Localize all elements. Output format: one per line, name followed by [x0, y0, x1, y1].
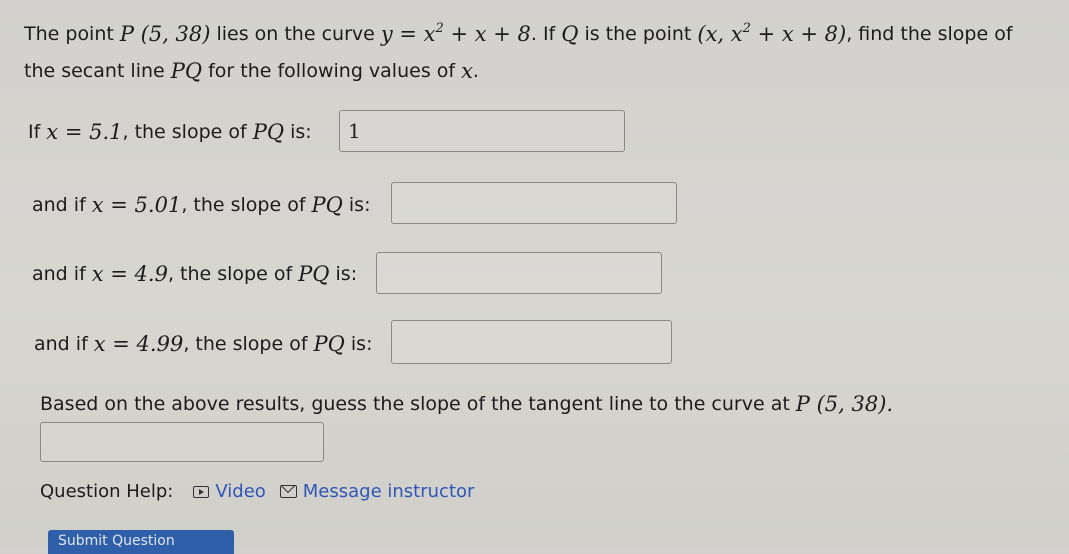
row-is-text: is:	[290, 121, 312, 143]
point-p: P (5, 38)	[119, 22, 211, 46]
row-x-expression: x = 5.01	[91, 193, 182, 217]
tangent-point: P (5, 38).	[795, 392, 894, 416]
row-is-text: is:	[335, 263, 358, 285]
row-suffix: , the slope of	[167, 263, 293, 285]
video-icon	[193, 485, 210, 498]
submit-label: Submit Question	[58, 533, 175, 549]
row-suffix: , the slope of	[181, 194, 306, 216]
row-pq: PQ	[252, 120, 285, 144]
slope-row-2: and if x = 5.01 , the slope of PQ is:	[32, 193, 371, 217]
row-prefix: and if	[32, 194, 86, 216]
video-label: Video	[215, 481, 266, 502]
row-suffix: , the slope of	[122, 121, 247, 143]
curve-rhs: + x + 8	[443, 22, 531, 46]
tangent-question: Based on the above results, guess the sl…	[40, 392, 893, 416]
row-pq: PQ	[311, 193, 343, 217]
values-dot: .	[472, 60, 479, 82]
slope-row-4: and if x = 4.99 , the slope of PQ is:	[34, 332, 373, 356]
curve-exponent: 2	[435, 21, 444, 36]
problem-statement-line-2: the secant line PQ for the following val…	[24, 59, 479, 83]
values-x: x	[461, 59, 473, 83]
row-pq: PQ	[298, 262, 330, 286]
slope-answer-input-1[interactable]	[339, 110, 625, 152]
question-help: Question Help: Video Message instructor	[40, 481, 474, 502]
q-point: (x, x2 + x + 8)	[697, 22, 846, 46]
find-text: , find the slope of	[846, 23, 1013, 45]
submit-question-button[interactable]: Submit Question	[48, 530, 234, 554]
row-is-text: is:	[348, 194, 371, 216]
row-prefix: and if	[32, 263, 86, 285]
question-help-label: Question Help:	[40, 481, 174, 502]
row-x-expression: x = 4.9	[91, 262, 168, 286]
video-link[interactable]: Video	[193, 481, 266, 502]
curve-equation: y = x2 + x + 8	[381, 22, 531, 46]
problem-statement-line-1: The point P (5, 38) lies on the curve y …	[24, 22, 1013, 46]
values-text: for the following values of	[208, 60, 456, 82]
intro-text: The point	[24, 23, 114, 45]
row-x-expression: x = 5.1	[46, 120, 123, 144]
row-pq: PQ	[313, 332, 345, 356]
mail-icon	[279, 485, 297, 498]
q-variable: Q	[561, 22, 579, 46]
q-point-exponent: 2	[742, 21, 751, 36]
tangent-text: Based on the above results, guess the sl…	[40, 393, 790, 415]
q-point-start: (x, x	[697, 22, 743, 46]
q-point-end: + x + 8)	[750, 22, 847, 46]
slope-answer-input-4[interactable]	[391, 320, 672, 364]
row-prefix: If	[28, 121, 41, 143]
message-instructor-label: Message instructor	[302, 481, 475, 502]
row-suffix: , the slope of	[183, 333, 308, 355]
slope-answer-input-3[interactable]	[376, 252, 662, 294]
row-x-expression: x = 4.99	[93, 332, 184, 356]
slope-row-1: If x = 5.1 , the slope of PQ is:	[28, 120, 312, 144]
slope-row-3: and if x = 4.9 , the slope of PQ is:	[32, 262, 357, 286]
row-prefix: and if	[34, 333, 88, 355]
tangent-slope-input[interactable]	[40, 422, 324, 462]
if-q-text: . If	[530, 23, 556, 45]
lies-text: lies on the curve	[216, 23, 375, 45]
is-point-text: is the point	[584, 23, 692, 45]
message-instructor-link[interactable]: Message instructor	[279, 481, 475, 502]
curve-lhs: y = x	[380, 22, 436, 46]
secant-text: the secant line	[24, 60, 165, 82]
slope-answer-input-2[interactable]	[391, 182, 677, 224]
secant-pq: PQ	[170, 59, 203, 83]
row-is-text: is:	[350, 333, 373, 355]
